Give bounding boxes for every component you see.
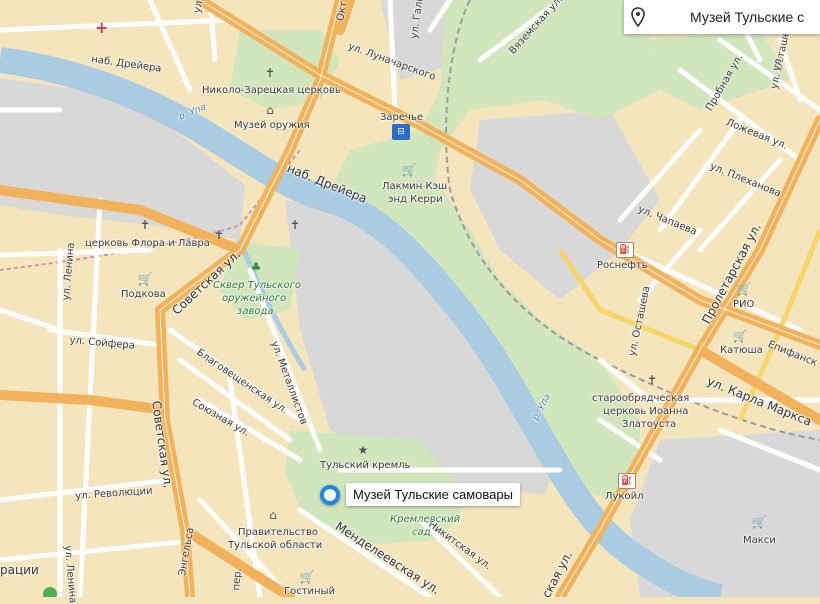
place-label-podkova[interactable]: Подкова bbox=[121, 290, 166, 300]
search-box[interactable]: Музей Тульские с bbox=[624, 0, 820, 34]
fuel-icon[interactable]: ⛽ bbox=[618, 473, 636, 489]
place-label-zarechye[interactable]: Заречье bbox=[380, 113, 423, 123]
church-icon[interactable]: ✝ bbox=[288, 218, 302, 232]
church-icon[interactable]: ✝ bbox=[212, 228, 226, 242]
shop-icon[interactable]: 🛒 bbox=[752, 515, 767, 529]
place-label-skver-1[interactable]: Сквер Тульского bbox=[213, 281, 301, 291]
place-label-maksi[interactable]: Макси bbox=[743, 536, 776, 546]
shop-icon[interactable]: 🛒 bbox=[733, 329, 748, 343]
place-label-rio[interactable]: РИО bbox=[733, 300, 754, 310]
place-label-kreml[interactable]: Тульский кремль bbox=[320, 461, 410, 471]
place-label-lakmin-1[interactable]: Лакмин Кэш bbox=[382, 182, 447, 192]
place-label-staroobr-1[interactable]: старообрядческая bbox=[592, 394, 689, 404]
shop-icon[interactable]: 🛒 bbox=[737, 282, 752, 296]
tree-icon[interactable]: ♣ bbox=[249, 260, 263, 274]
shop-icon[interactable]: 🛒 bbox=[402, 163, 417, 177]
place-label-pravitelstvo-2[interactable]: Тульской области bbox=[228, 541, 322, 551]
church-icon[interactable]: ✝ bbox=[645, 373, 659, 387]
place-label-lukoil[interactable]: Лукойл bbox=[605, 492, 644, 502]
place-label-kremlevsky-2[interactable]: сад bbox=[412, 528, 431, 538]
place-label-muzei-oruzhiya[interactable]: Музей оружия bbox=[234, 121, 310, 131]
church-icon[interactable]: ✝ bbox=[138, 218, 152, 232]
place-label-lakmin-2[interactable]: энд Керри bbox=[388, 195, 443, 205]
museum-icon[interactable]: ⌂ bbox=[263, 103, 277, 117]
government-icon[interactable]: ⌂ bbox=[266, 508, 280, 522]
fuel-icon[interactable]: ⛽ bbox=[616, 242, 634, 258]
place-label-skver-3[interactable]: завода bbox=[237, 307, 274, 317]
selected-place-marker[interactable]: Музей Тульские самовары bbox=[320, 483, 520, 506]
shop-icon[interactable]: 🛒 bbox=[138, 272, 153, 286]
map-pin-icon bbox=[624, 0, 652, 34]
shop-icon[interactable]: 🛒 bbox=[300, 570, 315, 584]
street-label-per: пер. bbox=[231, 567, 244, 591]
place-label-pravitelstvo-1[interactable]: Правительство bbox=[238, 528, 318, 538]
place-label-flora[interactable]: церковь Флора и Лавра bbox=[85, 239, 210, 249]
church-icon[interactable]: ✝ bbox=[263, 66, 277, 80]
place-label-kremlevsky-1[interactable]: Кремлевский bbox=[390, 515, 460, 525]
place-label-katyusha[interactable]: Катюша bbox=[720, 346, 763, 356]
marker-label[interactable]: Музей Тульские самовары bbox=[346, 483, 520, 506]
place-label-staroobr-3[interactable]: Златоуста bbox=[622, 420, 676, 430]
bus-stop-icon[interactable]: ⊟ bbox=[392, 124, 410, 140]
place-label-nikolo[interactable]: Николо-Зарецкая церковь bbox=[202, 86, 341, 96]
place-label-skver-2[interactable]: оружейного bbox=[222, 294, 286, 304]
star-icon[interactable]: ★ bbox=[356, 443, 370, 457]
search-input[interactable]: Музей Тульские с bbox=[652, 9, 804, 25]
svg-text:+: + bbox=[95, 18, 108, 37]
place-label-staroobr-2[interactable]: церковь Иоанна bbox=[603, 407, 688, 417]
place-label-rosneft[interactable]: Роснефть bbox=[597, 261, 648, 271]
location-dot-icon[interactable] bbox=[320, 484, 340, 505]
place-label-aratsii[interactable]: рации bbox=[0, 564, 39, 576]
place-label-gostiny[interactable]: Гостиный bbox=[284, 587, 335, 597]
